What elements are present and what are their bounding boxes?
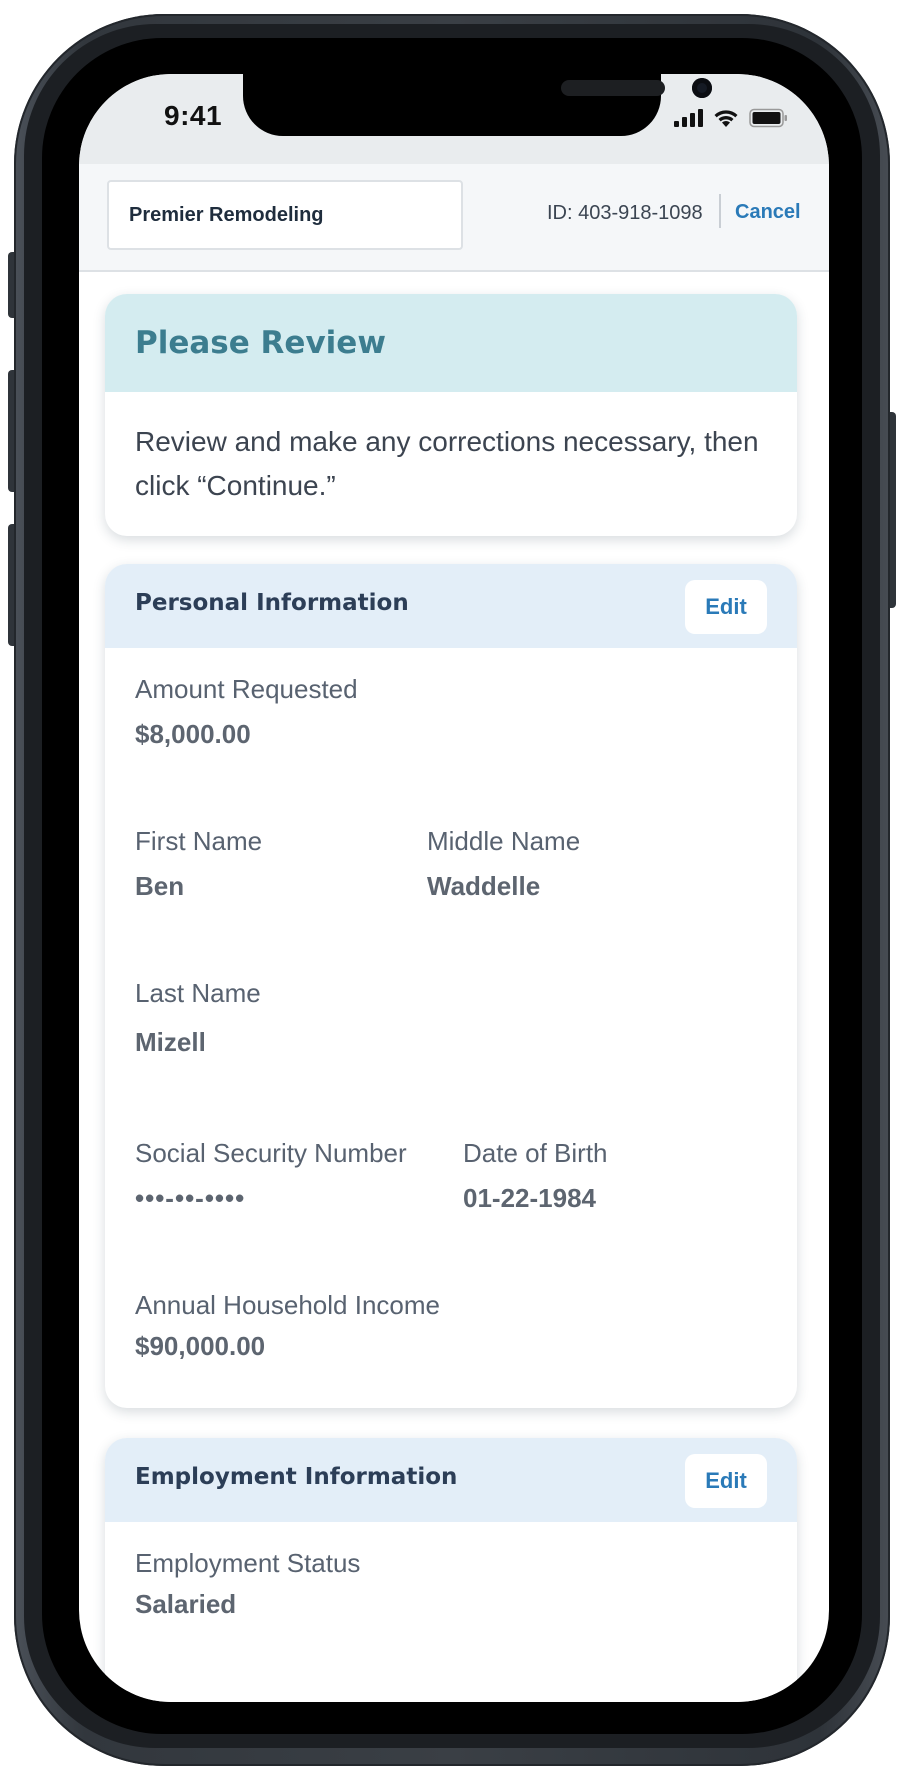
status-time: 9:41 [164, 100, 223, 131]
personal-information-header: Personal Information Edit [105, 564, 797, 648]
merchant-name: Premier Remodeling [129, 203, 324, 226]
field-employment-status: Employment Status Salaried [135, 1548, 360, 1620]
field-label: Middle Name [427, 826, 581, 856]
review-title: Please Review [105, 294, 797, 392]
field-label: Date of Birth [463, 1138, 608, 1168]
field-value: $8,000.00 [135, 719, 251, 749]
wifi-icon [714, 110, 738, 127]
battery-icon [749, 108, 787, 128]
review-instructions: Review and make any corrections necessar… [105, 392, 797, 508]
app-header: Premier Remodeling ID: 403-918-1098 Canc… [79, 164, 829, 272]
phone-screen: 9:41 Premier Remodeling ID: 403-918-1098… [79, 74, 829, 1702]
review-instructions-line2: click “Continue.” [135, 470, 336, 501]
field-value: $90,000.00 [135, 1331, 266, 1361]
field-middle-name: Middle Name Waddelle [427, 826, 580, 902]
field-value: Mizell [135, 1027, 206, 1057]
cellular-signal-icon [674, 109, 703, 127]
personal-information-card: Personal Information Edit Amount Request… [105, 564, 797, 1408]
status-icons [674, 107, 789, 129]
employment-information-card: Employment Information Edit Employment S… [105, 1438, 797, 1702]
field-value: 01-22-1984 [463, 1183, 596, 1213]
application-id: ID: 403-918-1098 [547, 202, 703, 224]
field-label: Amount Requested [135, 674, 358, 704]
field-last-name: Last Name Mizell [135, 978, 261, 1058]
merchant-name-box: Premier Remodeling [107, 180, 463, 250]
review-instructions-line1: Review and make any corrections necessar… [135, 426, 759, 457]
field-value: Salaried [135, 1589, 237, 1619]
field-label: Employment Status [135, 1548, 361, 1578]
field-label: Annual Household Income [135, 1290, 440, 1320]
front-camera [692, 78, 712, 98]
employment-information-title: Employment Information [135, 1464, 458, 1490]
field-label: First Name [135, 826, 263, 856]
notch [243, 74, 712, 136]
field-value: Waddelle [427, 871, 541, 901]
field-label: Last Name [135, 978, 261, 1008]
status-bar: 9:41 [79, 74, 829, 164]
field-ssn: Social Security Number •••-••-•••• [135, 1138, 407, 1214]
cancel-link[interactable]: Cancel [735, 201, 801, 224]
field-annual-household-income: Annual Household Income $90,000.00 [135, 1290, 440, 1362]
edit-employment-button[interactable]: Edit [685, 1454, 767, 1508]
field-date-of-birth: Date of Birth 01-22-1984 [463, 1138, 608, 1214]
review-card: Please Review Review and make any correc… [105, 294, 797, 536]
field-value: •••-••-•••• [135, 1183, 246, 1213]
field-label: Social Security Number [135, 1138, 407, 1168]
employment-information-header: Employment Information Edit [105, 1438, 797, 1522]
field-amount-requested: Amount Requested $8,000.00 [135, 674, 358, 750]
field-first-name: First Name Ben [135, 826, 262, 902]
personal-information-title: Personal Information [135, 590, 409, 616]
header-divider [719, 194, 721, 228]
edit-personal-button[interactable]: Edit [685, 580, 767, 634]
speaker-grille [561, 80, 665, 96]
field-value: Ben [135, 871, 185, 901]
